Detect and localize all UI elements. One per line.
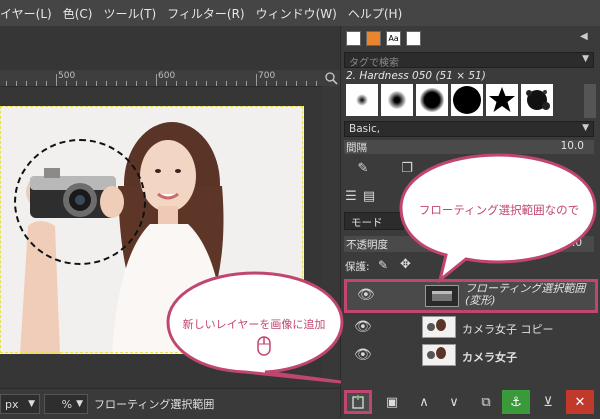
channels-tab-icon[interactable]: ▤ (360, 186, 378, 206)
mouse-icon (257, 336, 271, 360)
raise-layer-icon[interactable]: ∧ (410, 390, 438, 414)
chevron-down-icon: ▼ (582, 54, 589, 64)
anchor-layer-button[interactable]: ⚓ (502, 390, 530, 414)
lower-layer-icon[interactable]: ∨ (440, 390, 468, 414)
status-bar: px ▼ % ▼ フローティング選択範囲 (0, 388, 340, 419)
layers-tab-icon[interactable]: ☰ (342, 186, 360, 206)
menu-bar: イヤー(L) 色(C) ツール(T) フィルター(R) ウィンドウ(W) ヘルプ… (0, 0, 600, 26)
menu-color[interactable]: 色(C) (63, 5, 93, 22)
duplicate-layer-icon[interactable]: ⧉ (472, 390, 500, 414)
layer-name[interactable]: カメラ女子 コピー (462, 321, 554, 337)
opacity-label: 不透明度 (346, 239, 388, 251)
patterns-tab-icon[interactable] (366, 31, 381, 46)
zoom-toggle-icon[interactable] (322, 70, 340, 86)
document-history-tab-icon[interactable] (406, 31, 421, 46)
lock-pixels-icon[interactable]: ✎ (378, 258, 388, 272)
layer-name[interactable]: カメラ女子 (462, 349, 517, 365)
unit-select[interactable]: px ▼ (0, 394, 40, 414)
spacing-label: 間隔 (346, 142, 367, 154)
menu-filters[interactable]: フィルター(R) (167, 5, 244, 22)
layer-thumbnail (425, 285, 459, 307)
chevron-down-icon: ▼ (28, 399, 35, 409)
tag-search-input[interactable]: タグで検索 ▼ (344, 52, 594, 69)
callout-top-text: フローティング選択範囲なので (418, 203, 580, 217)
zoom-suffix: % (61, 397, 73, 411)
eye-icon[interactable]: 👁 (354, 347, 372, 363)
brush-hardness-025[interactable] (346, 84, 378, 116)
delete-layer-button[interactable]: ✕ (566, 390, 594, 414)
callout-bottom-text: 新しいレイヤーを画像に追加 (182, 318, 326, 331)
menu-layer[interactable]: イヤー(L) (0, 5, 52, 22)
fonts-tab-icon[interactable]: Aa (386, 31, 401, 46)
merge-layer-icon[interactable]: ⊻ (534, 390, 562, 414)
layer-mode-select[interactable]: モード (344, 212, 404, 230)
brush-star[interactable] (486, 84, 518, 116)
layer-row[interactable]: 👁 フローティング選択範囲 (変形) (344, 279, 598, 313)
unit-value: px (5, 397, 19, 411)
new-layer-button[interactable] (344, 390, 372, 414)
mode-label: モード (351, 217, 383, 229)
brush-preset-select[interactable]: Basic, ▼ (344, 121, 594, 137)
eye-icon[interactable]: 👁 (357, 287, 375, 303)
menu-windows[interactable]: ウィンドウ(W) (256, 5, 337, 22)
brushes-tab-icon[interactable] (346, 31, 361, 46)
eye-icon[interactable]: 👁 (354, 319, 372, 335)
chevron-down-icon: ▼ (582, 123, 589, 133)
lock-label: 保護: (345, 261, 370, 273)
layer-name[interactable]: フローティング選択範囲 (変形) (465, 283, 585, 307)
menu-help[interactable]: ヘルプ(H) (348, 5, 402, 22)
new-layer-group-icon[interactable]: ▣ (378, 390, 406, 414)
zoom-select[interactable]: % ▼ (44, 394, 88, 414)
tag-search-placeholder: タグで検索 (349, 58, 399, 69)
menu-tools[interactable]: ツール(T) (103, 5, 156, 22)
brush-hardness-050[interactable] (381, 84, 413, 116)
brush-hardness-075[interactable] (416, 84, 448, 116)
edit-brush-icon[interactable]: ✎ (350, 158, 376, 178)
current-brush-label: 2. Hardness 050 (51 × 51) (346, 70, 486, 82)
layer-thumbnail (422, 316, 456, 338)
layer-thumbnail (422, 344, 456, 366)
layer-row[interactable]: 👁 カメラ女子 (344, 342, 598, 370)
layer-row[interactable]: 👁 カメラ女子 コピー (344, 314, 598, 342)
spacing-value: 10.0 (560, 140, 584, 152)
ruler-label: 700 (258, 71, 276, 81)
brush-preset-value: Basic, (349, 123, 381, 135)
ruler-label: 600 (158, 71, 176, 81)
panel-menu-icon[interactable]: ◀ (580, 31, 588, 42)
brush-splatter[interactable] (521, 84, 553, 116)
ruler-label: 500 (58, 71, 76, 81)
circular-selection-marquee (14, 139, 146, 265)
status-message: フローティング選択範囲 (94, 398, 215, 411)
brush-hardness-100[interactable] (451, 84, 483, 116)
horizontal-ruler[interactable]: 500 600 700 (0, 70, 322, 87)
brush-scrollbar[interactable] (584, 84, 596, 118)
chevron-down-icon: ▼ (76, 399, 83, 409)
